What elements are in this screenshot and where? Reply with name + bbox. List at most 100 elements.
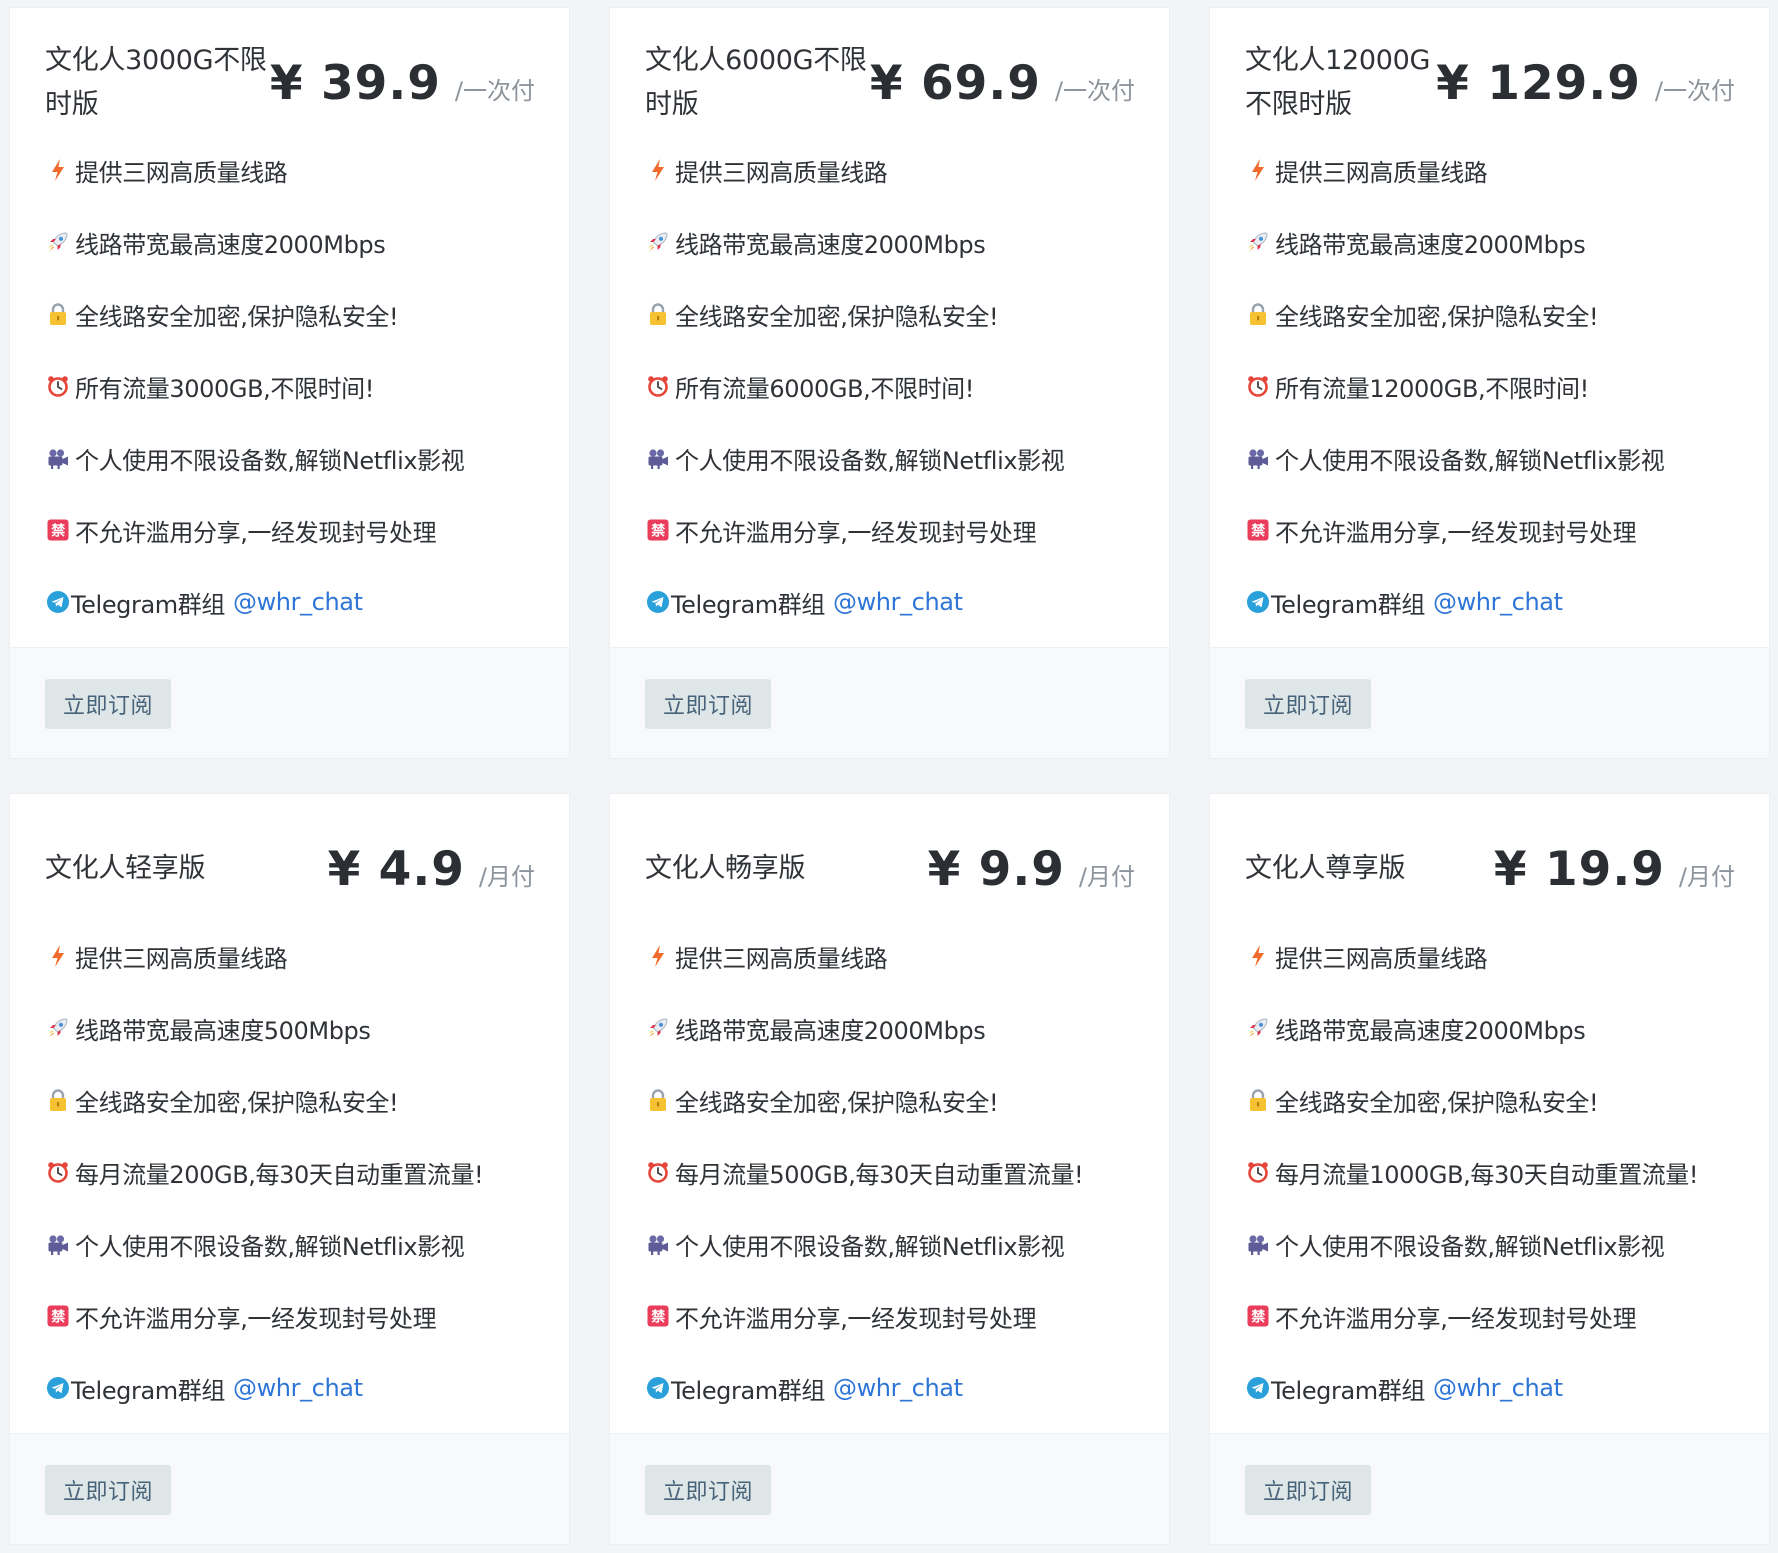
svg-text:禁: 禁: [1251, 522, 1265, 539]
lightning-icon: [45, 943, 71, 969]
feature-item: 每月流量200GB,每30天自动重置流量!: [45, 1136, 535, 1208]
feature-item: 所有流量12000GB,不限时间!: [1245, 350, 1735, 422]
plan-name: 文化人畅享版: [645, 853, 806, 884]
alarm-clock-icon: [645, 1159, 671, 1185]
feature-text: 提供三网高质量线路: [75, 158, 288, 187]
feature-item: 个人使用不限设备数,解锁Netflix影视: [1245, 1208, 1735, 1280]
card-body: 文化人尊享版 ¥ 19.9 /月付 提供三网高质量线路 线路带宽最高速度2000…: [1210, 794, 1769, 1433]
feature-text: 提供三网高质量线路: [675, 944, 888, 973]
plan-card: 文化人3000G不限时版 ¥ 39.9 /一次付 提供三网高质量线路 线路带宽最…: [9, 7, 570, 759]
feature-item: 所有流量6000GB,不限时间!: [645, 350, 1135, 422]
card-footer: 立即订阅: [10, 1433, 569, 1544]
billing-period: /月付: [1678, 862, 1735, 891]
feature-text: 每月流量500GB,每30天自动重置流量!: [675, 1160, 1084, 1189]
feature-item: 全线路安全加密,保护隐私安全!: [1245, 278, 1735, 350]
plan-card: 文化人尊享版 ¥ 19.9 /月付 提供三网高质量线路 线路带宽最高速度2000…: [1209, 793, 1770, 1545]
price-block: ¥ 19.9 /月付: [1494, 842, 1735, 897]
feature-item: 全线路安全加密,保护隐私安全!: [645, 278, 1135, 350]
feature-list: 提供三网高质量线路 线路带宽最高速度2000Mbps 全线路安全加密,保护隐私安…: [1245, 920, 1735, 1424]
rocket-icon: [1245, 1015, 1271, 1041]
feature-item: 全线路安全加密,保护隐私安全!: [1245, 1064, 1735, 1136]
card-header: 文化人尊享版 ¥ 19.9 /月付: [1245, 828, 1735, 910]
alarm-clock-icon: [645, 373, 671, 399]
billing-period: /月付: [1078, 862, 1135, 891]
subscribe-button[interactable]: 立即订阅: [1245, 1465, 1371, 1515]
feature-text: 全线路安全加密,保护隐私安全!: [675, 1088, 999, 1117]
prohibited-sign-icon: 禁: [1245, 517, 1271, 543]
feature-text: 线路带宽最高速度2000Mbps: [1275, 1016, 1586, 1045]
feature-item: 线路带宽最高速度2000Mbps: [45, 206, 535, 278]
telegram-link[interactable]: @whr_chat: [233, 588, 363, 616]
feature-text: 线路带宽最高速度2000Mbps: [1275, 230, 1586, 259]
telegram-icon: [1245, 1375, 1271, 1401]
feature-item: 个人使用不限设备数,解锁Netflix影视: [645, 422, 1135, 494]
svg-text:禁: 禁: [51, 522, 65, 539]
alarm-clock-icon: [45, 373, 71, 399]
price-block: ¥ 4.9 /月付: [328, 842, 535, 897]
telegram-link[interactable]: @whr_chat: [1433, 1374, 1563, 1402]
subscribe-button[interactable]: 立即订阅: [45, 679, 171, 729]
subscribe-button[interactable]: 立即订阅: [45, 1465, 171, 1515]
subscribe-button[interactable]: 立即订阅: [1245, 679, 1371, 729]
feature-text: 个人使用不限设备数,解锁Netflix影视: [75, 446, 465, 475]
feature-text: 不允许滥用分享,一经发现封号处理: [1275, 1304, 1637, 1333]
telegram-icon: [1245, 589, 1271, 615]
feature-list: 提供三网高质量线路 线路带宽最高速度2000Mbps 全线路安全加密,保护隐私安…: [645, 134, 1135, 638]
feature-text: 不允许滥用分享,一经发现封号处理: [75, 518, 437, 547]
feature-text: 线路带宽最高速度500Mbps: [75, 1016, 371, 1045]
telegram-icon: [645, 589, 671, 615]
feature-text: 每月流量1000GB,每30天自动重置流量!: [1275, 1160, 1699, 1189]
feature-text: 不允许滥用分享,一经发现封号处理: [75, 1304, 437, 1333]
subscribe-button[interactable]: 立即订阅: [645, 679, 771, 729]
telegram-link[interactable]: @whr_chat: [233, 1374, 363, 1402]
feature-item: 禁 不允许滥用分享,一经发现封号处理: [45, 494, 535, 566]
price-block: ¥ 129.9 /一次付: [1436, 56, 1735, 111]
svg-text:禁: 禁: [651, 522, 665, 539]
card-footer: 立即订阅: [1210, 647, 1769, 758]
lock-icon: [645, 1087, 671, 1113]
video-camera-icon: [1245, 445, 1271, 471]
feature-item: 线路带宽最高速度500Mbps: [45, 992, 535, 1064]
feature-list: 提供三网高质量线路 线路带宽最高速度500Mbps 全线路安全加密,保护隐私安全…: [45, 920, 535, 1424]
feature-item: 线路带宽最高速度2000Mbps: [645, 992, 1135, 1064]
feature-item: 提供三网高质量线路: [1245, 134, 1735, 206]
price: ¥ 4.9: [327, 841, 465, 897]
telegram-link[interactable]: @whr_chat: [833, 588, 963, 616]
prohibited-sign-icon: 禁: [1245, 1303, 1271, 1329]
telegram-link[interactable]: @whr_chat: [833, 1374, 963, 1402]
price: ¥ 129.9: [1436, 55, 1641, 111]
telegram-item: Telegram群组 @whr_chat: [645, 1352, 1135, 1424]
lightning-icon: [645, 157, 671, 183]
feature-item: 全线路安全加密,保护隐私安全!: [45, 278, 535, 350]
card-footer: 立即订阅: [1210, 1433, 1769, 1544]
telegram-item: Telegram群组 @whr_chat: [45, 566, 535, 638]
subscribe-button[interactable]: 立即订阅: [645, 1465, 771, 1515]
feature-item: 提供三网高质量线路: [645, 920, 1135, 992]
card-body: 文化人6000G不限时版 ¥ 69.9 /一次付 提供三网高质量线路 线路带宽最…: [610, 8, 1169, 647]
card-footer: 立即订阅: [10, 647, 569, 758]
feature-item: 全线路安全加密,保护隐私安全!: [45, 1064, 535, 1136]
feature-text: 个人使用不限设备数,解锁Netflix影视: [1275, 1232, 1665, 1261]
lightning-icon: [1245, 157, 1271, 183]
plan-card: 文化人畅享版 ¥ 9.9 /月付 提供三网高质量线路 线路带宽最高速度2000M…: [609, 793, 1170, 1545]
feature-item: 个人使用不限设备数,解锁Netflix影视: [45, 422, 535, 494]
video-camera-icon: [645, 1231, 671, 1257]
alarm-clock-icon: [1245, 373, 1271, 399]
price: ¥ 19.9: [1493, 841, 1665, 897]
lock-icon: [45, 1087, 71, 1113]
rocket-icon: [45, 229, 71, 255]
feature-item: 个人使用不限设备数,解锁Netflix影视: [645, 1208, 1135, 1280]
feature-text: 个人使用不限设备数,解锁Netflix影视: [675, 446, 1065, 475]
telegram-label: Telegram群组: [1271, 1376, 1425, 1405]
prohibited-sign-icon: 禁: [645, 1303, 671, 1329]
lightning-icon: [645, 943, 671, 969]
telegram-label: Telegram群组: [1271, 590, 1425, 619]
lightning-icon: [1245, 943, 1271, 969]
plan-name: 文化人尊享版: [1245, 853, 1406, 884]
plan-name: 文化人轻享版: [45, 853, 206, 884]
telegram-link[interactable]: @whr_chat: [1433, 588, 1563, 616]
card-header: 文化人畅享版 ¥ 9.9 /月付: [645, 828, 1135, 910]
feature-text: 个人使用不限设备数,解锁Netflix影视: [1275, 446, 1665, 475]
billing-period: /月付: [478, 862, 535, 891]
feature-item: 每月流量500GB,每30天自动重置流量!: [645, 1136, 1135, 1208]
